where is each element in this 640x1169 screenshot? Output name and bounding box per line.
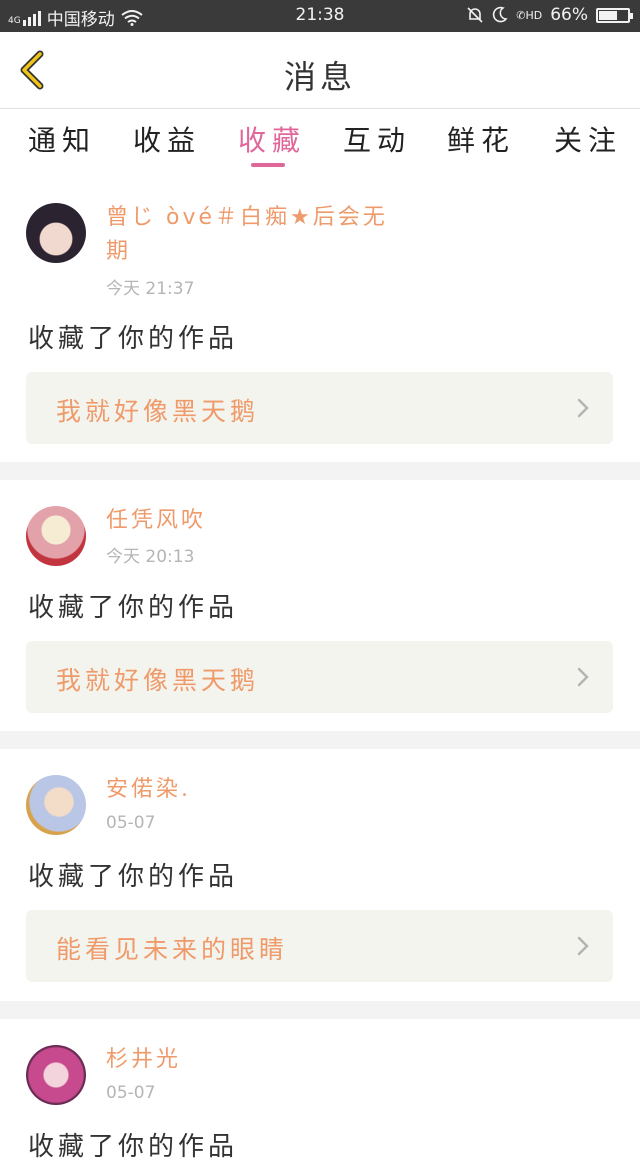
divider — [0, 462, 640, 480]
username[interactable]: 杉井光 — [106, 1043, 396, 1077]
username[interactable]: 曾じ òvé＃白痴★后会无期 — [106, 201, 396, 269]
username[interactable]: 安偌染. — [106, 773, 396, 807]
chevron-right-icon — [577, 936, 589, 956]
status-right: ✆HD 66% — [466, 5, 633, 25]
work-link[interactable]: 我就好像黑天鹅 — [26, 641, 613, 713]
work-title: 我就好像黑天鹅 — [56, 666, 260, 695]
moon-icon — [493, 6, 508, 23]
timestamp: 05-07 — [106, 813, 156, 833]
hd-call-icon: ✆HD — [516, 8, 543, 22]
timestamp: 今天 20:13 — [106, 547, 195, 567]
active-tab-indicator — [251, 163, 285, 167]
tab-bar: 通知 收益 收藏 互动 鲜花 关注 — [0, 109, 640, 171]
avatar[interactable] — [26, 775, 86, 835]
work-link[interactable]: 能看见未来的眼睛 — [26, 910, 613, 982]
list-item: 曾じ òvé＃白痴★后会无期 今天 21:37 收藏了你的作品 我就好像黑天鹅 — [0, 181, 640, 462]
work-link[interactable]: 我就好像黑天鹅 — [26, 372, 613, 444]
tab-interactions[interactable]: 互动 — [343, 119, 411, 159]
action-text: 收藏了你的作品 — [28, 862, 239, 892]
username[interactable]: 任凭风吹 — [106, 504, 396, 538]
battery-percent: 66% — [550, 5, 588, 25]
favorites-feed: 曾じ òvé＃白痴★后会无期 今天 21:37 收藏了你的作品 我就好像黑天鹅 … — [0, 181, 640, 1169]
action-text: 收藏了你的作品 — [28, 1132, 239, 1162]
battery-icon — [596, 7, 633, 23]
avatar[interactable] — [26, 203, 86, 263]
work-title: 我就好像黑天鹅 — [56, 397, 260, 426]
avatar[interactable] — [26, 506, 86, 566]
list-item: 杉井光 05-07 收藏了你的作品 — [0, 1019, 640, 1169]
status-bar: 4G 中国移动 21:38 ✆HD 66% — [0, 0, 640, 32]
list-item: 安偌染. 05-07 收藏了你的作品 能看见未来的眼睛 — [0, 749, 640, 1001]
header: 消息 — [0, 32, 640, 109]
tab-favorites[interactable]: 收藏 — [238, 119, 306, 159]
mute-bell-icon — [467, 7, 483, 23]
tab-notifications[interactable]: 通知 — [28, 119, 96, 159]
divider — [0, 731, 640, 749]
timestamp: 05-07 — [106, 1083, 156, 1103]
avatar[interactable] — [26, 1045, 86, 1105]
list-item: 任凭风吹 今天 20:13 收藏了你的作品 我就好像黑天鹅 — [0, 480, 640, 731]
chevron-right-icon — [577, 398, 589, 418]
chevron-right-icon — [577, 667, 589, 687]
tab-earnings[interactable]: 收益 — [133, 119, 201, 159]
action-text: 收藏了你的作品 — [28, 324, 239, 354]
tab-flowers[interactable]: 鲜花 — [447, 119, 515, 159]
work-title: 能看见未来的眼睛 — [56, 935, 289, 964]
tab-following[interactable]: 关注 — [554, 119, 622, 159]
divider — [0, 1001, 640, 1019]
battery-fill — [599, 10, 617, 20]
action-text: 收藏了你的作品 — [28, 593, 239, 623]
timestamp: 今天 21:37 — [106, 279, 195, 299]
page-title: 消息 — [283, 58, 356, 96]
